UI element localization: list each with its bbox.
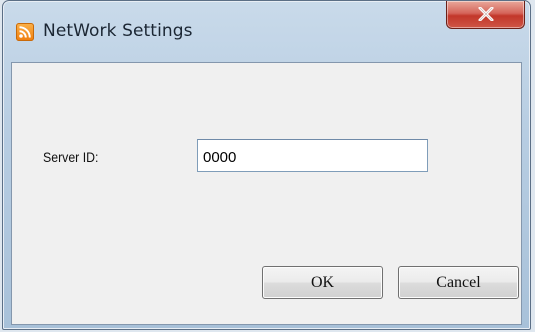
server-id-label: Server ID: — [43, 149, 99, 165]
server-id-input[interactable] — [197, 139, 428, 172]
window-title: NetWork Settings — [43, 21, 193, 41]
rss-feed-icon — [16, 23, 34, 41]
ok-button[interactable]: OK — [262, 266, 383, 299]
close-button[interactable] — [446, 1, 525, 29]
dialog-body: Server ID: OK Cancel — [11, 62, 522, 325]
cancel-button[interactable]: Cancel — [398, 266, 519, 299]
close-icon — [478, 7, 494, 21]
network-settings-dialog: NetWork Settings Server ID: OK Cancel — [2, 0, 531, 330]
title-bar[interactable]: NetWork Settings — [3, 1, 530, 63]
